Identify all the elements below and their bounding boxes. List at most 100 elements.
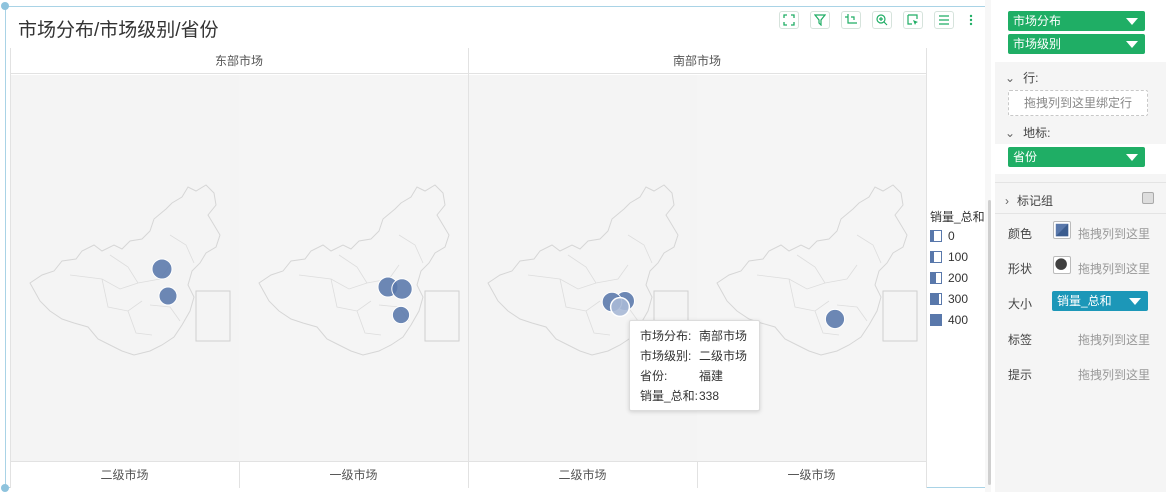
row-footer: 一级市场 — [239, 461, 468, 488]
color-swatch-icon[interactable] — [1053, 221, 1071, 239]
province-border — [856, 234, 882, 264]
chart-toolbar — [779, 11, 988, 29]
map-panel[interactable] — [239, 75, 468, 461]
legend-title: 销量_总和 — [930, 210, 985, 224]
row-footer: 二级市场 — [10, 461, 239, 488]
row-footer: 一级市场 — [697, 461, 926, 488]
legend-swatch-icon — [930, 292, 942, 305]
pill-label: 市场分布 — [1013, 14, 1062, 28]
resize-handle[interactable] — [1, 2, 9, 10]
pill-label: 省份 — [1013, 150, 1038, 164]
legend-item: 200 — [930, 267, 986, 288]
column-pill-market[interactable]: 市场分布 — [1008, 11, 1145, 31]
shape-circle-icon[interactable] — [1053, 256, 1071, 274]
mark-tooltip-row[interactable]: 提示 拖拽列到这里 — [995, 362, 1166, 386]
legend-item: 300 — [930, 288, 986, 309]
hover-tooltip: 市场分布: 南部市场 市场级别: 二级市场 省份: 福建 销量_总和: 338 — [629, 320, 760, 411]
column-pill-level[interactable]: 市场级别 — [1008, 34, 1145, 54]
south-sea-inset — [882, 290, 918, 342]
mark-shape-row[interactable]: 形状 拖拽列到这里 — [995, 256, 1166, 280]
chevron-down-icon[interactable] — [1129, 298, 1141, 305]
pill-label: 市场级别 — [1013, 37, 1062, 51]
tooltip-key: 市场分布: — [640, 329, 692, 343]
filter-icon[interactable] — [810, 11, 830, 29]
tooltip-value: 南部市场 — [699, 329, 748, 343]
chart-panel[interactable]: 市场分布/市场级别/省份 东部市场 南部市场 二级市场 一级市场 二级市场 一级… — [1, 2, 989, 492]
map-outline — [29, 184, 221, 356]
map-bubble[interactable] — [391, 278, 413, 300]
chevron-right-icon[interactable]: › — [1005, 194, 1009, 208]
row-drop-zone[interactable]: 拖拽列到这里绑定行 — [1008, 90, 1148, 116]
mark-label-row[interactable]: 标签 拖拽列到这里 — [995, 327, 1166, 351]
map-bubble[interactable] — [824, 308, 846, 330]
map-bubble[interactable] — [158, 286, 178, 306]
province-border — [398, 234, 424, 264]
chevron-down-icon[interactable] — [1126, 18, 1138, 25]
legend-swatch-icon — [930, 229, 942, 242]
row-footer: 二级市场 — [468, 461, 697, 488]
chevron-down-icon[interactable]: ⌄ — [1005, 71, 1015, 85]
legend-item: 0 — [930, 225, 986, 246]
south-sea-inset — [424, 290, 460, 342]
map-panel[interactable] — [10, 75, 239, 461]
mark-hint: 拖拽列到这里 — [1078, 227, 1151, 241]
tooltip-value: 二级市场 — [699, 349, 748, 363]
province-border — [567, 254, 597, 284]
page-title: 市场分布/市场级别/省份 — [18, 20, 219, 41]
province-border — [127, 310, 153, 336]
chevron-down-icon[interactable] — [1126, 41, 1138, 48]
tooltip-key: 省份: — [640, 369, 668, 383]
select-icon[interactable] — [903, 11, 923, 29]
map-bubble[interactable] — [391, 305, 411, 325]
mark-hint: 拖拽列到这里 — [1078, 333, 1151, 347]
expand-icon[interactable] — [779, 11, 799, 29]
mark-label: 标签 — [1008, 333, 1033, 347]
geo-shelf: 省份 — [995, 144, 1166, 174]
legend-label: 200 — [948, 270, 969, 285]
chevron-down-icon[interactable] — [1126, 154, 1138, 161]
column-shelf: 市场分布 市场级别 — [995, 0, 1166, 62]
mark-label: 颜色 — [1008, 227, 1033, 241]
mark-hint: 拖拽列到这里 — [1078, 262, 1151, 276]
legend-item: 400 — [930, 309, 986, 330]
tag-icon[interactable] — [1142, 192, 1154, 204]
legend-label: 0 — [948, 228, 955, 243]
mark-size-row[interactable]: 大小 销量_总和 — [995, 291, 1166, 315]
scrollbar-thumb[interactable] — [988, 200, 991, 485]
geo-pill-province[interactable]: 省份 — [1008, 147, 1145, 167]
map-bubble[interactable] — [609, 296, 631, 318]
legend-swatch-icon — [930, 271, 942, 284]
size-pill[interactable]: 销量_总和 — [1052, 291, 1148, 311]
config-panel: 市场分布 市场级别 ⌄ 行: 拖拽列到这里绑定行 ⌄ 地标: 省份 › 标记组 颜色 … — [995, 0, 1166, 492]
tooltip-value: 福建 — [699, 369, 724, 383]
legend-item: 100 — [930, 246, 986, 267]
south-sea-inset — [195, 290, 231, 342]
more-icon[interactable] — [965, 11, 977, 29]
marks-group-header[interactable]: › 标记组 — [1005, 192, 1053, 209]
mark-color-row[interactable]: 颜色 拖拽列到这里 — [995, 221, 1166, 245]
china-map — [258, 184, 460, 356]
geo-shelf-label[interactable]: ⌄ 地标: — [1005, 124, 1050, 141]
crop-axis-icon[interactable] — [841, 11, 861, 29]
legend-label: 300 — [948, 291, 969, 306]
zoom-in-icon[interactable] — [872, 11, 892, 29]
legend-swatch-icon — [930, 313, 942, 326]
pill-label: 销量_总和 — [1057, 294, 1112, 308]
province-border — [356, 310, 382, 336]
column-header-east: 东部市场 — [10, 48, 468, 74]
tooltip-key: 销量_总和: — [640, 389, 699, 403]
chevron-down-icon[interactable]: ⌄ — [1005, 126, 1015, 140]
province-border — [796, 254, 826, 284]
mark-label: 形状 — [1008, 262, 1033, 276]
list-icon[interactable] — [934, 11, 954, 29]
column-header-south: 南部市场 — [468, 48, 926, 74]
tooltip-value: 338 — [699, 389, 720, 403]
mark-label: 提示 — [1008, 368, 1033, 382]
map-bubble[interactable] — [151, 258, 173, 280]
province-border — [595, 264, 629, 284]
tooltip-key: 市场级别: — [640, 349, 692, 363]
resize-handle[interactable] — [1, 484, 9, 492]
province-border — [109, 254, 139, 284]
size-legend: 销量_总和 0 100 200 300 400 — [930, 208, 986, 330]
row-shelf-label[interactable]: ⌄ 行: — [1005, 69, 1038, 86]
